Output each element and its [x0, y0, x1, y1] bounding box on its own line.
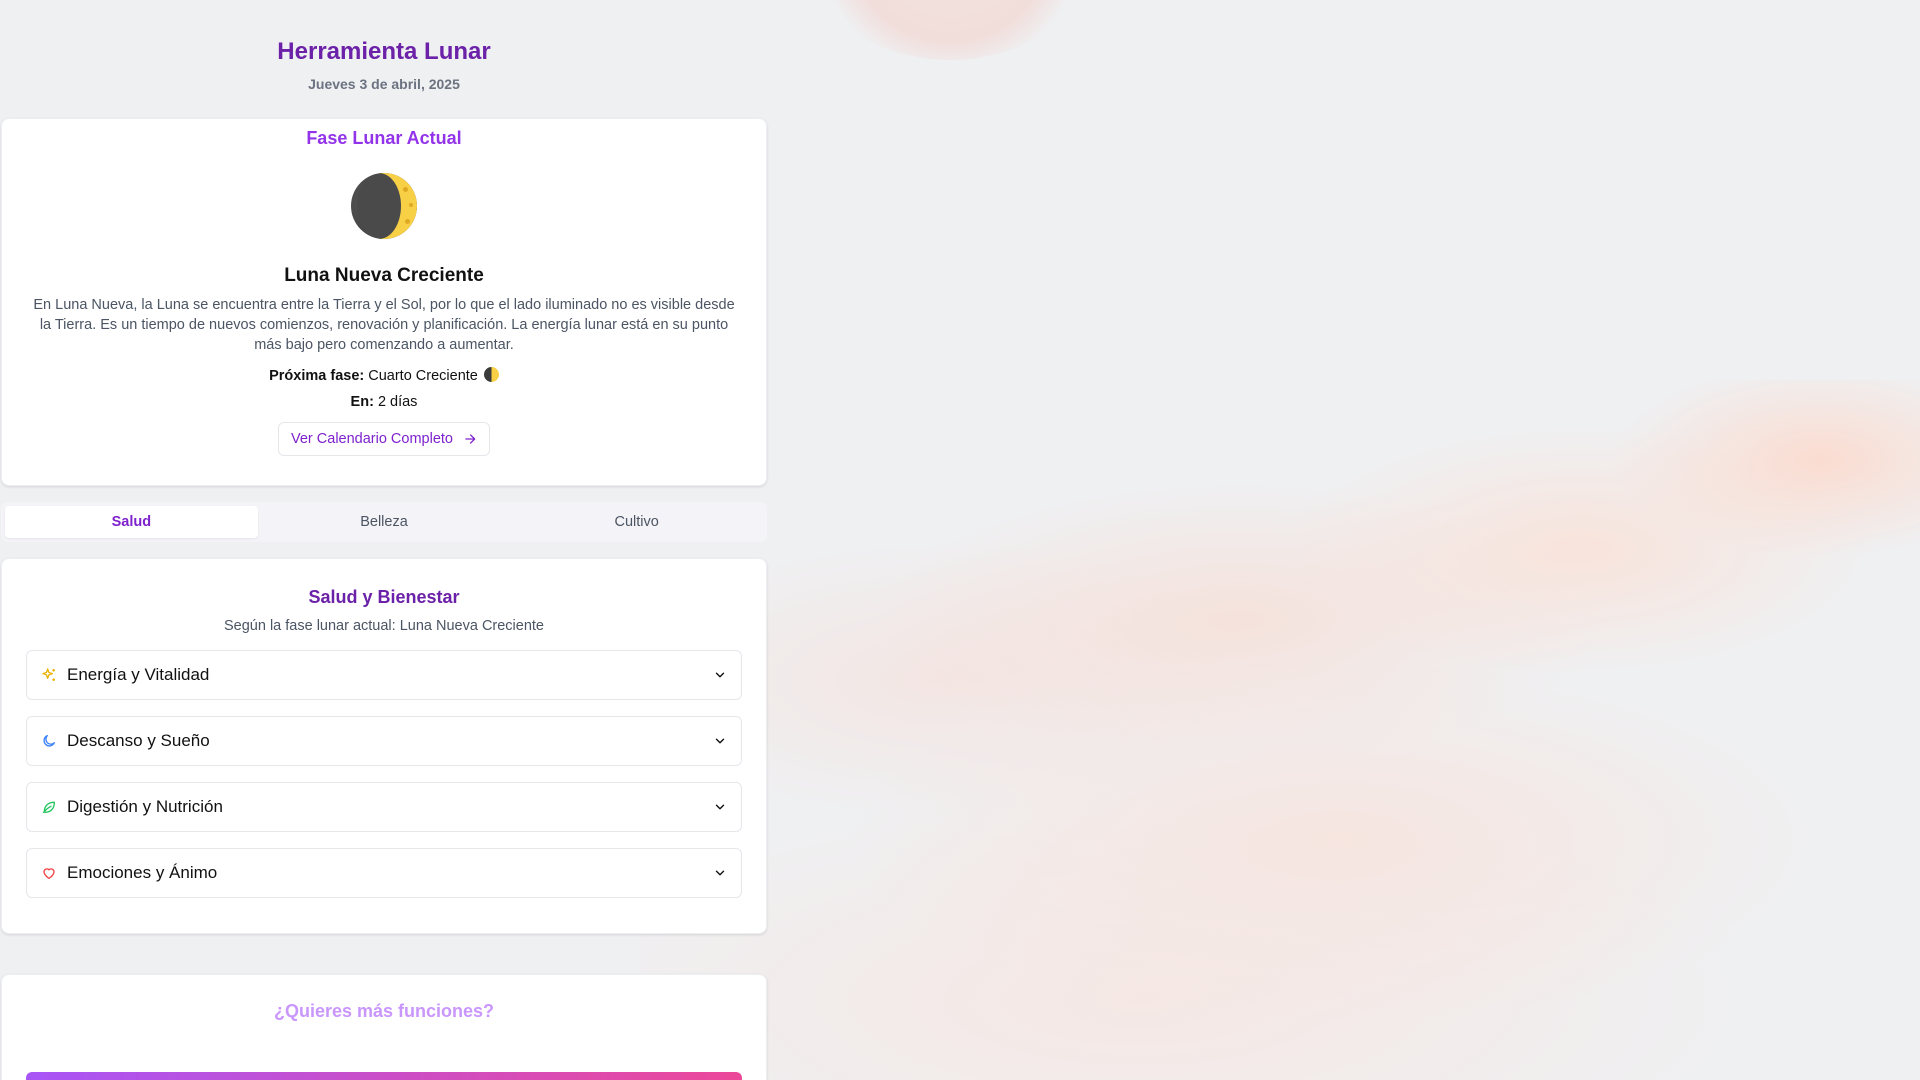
days-until-row: En: 2 días	[2, 394, 766, 410]
phase-card-heading: Fase Lunar Actual	[306, 128, 462, 148]
days-until-label: En:	[350, 394, 374, 410]
arrow-right-icon	[463, 432, 477, 446]
health-accordion: Energía y Vitalidad Descanso y Sueño Dig	[2, 650, 766, 898]
current-date: Jueves 3 de abril, 2025	[308, 76, 460, 92]
chevron-down-icon	[713, 866, 727, 880]
view-calendar-label: Ver Calendario Completo	[290, 431, 453, 447]
accordion-label: Emociones y Ánimo	[67, 863, 218, 882]
background-clouds	[640, 380, 1920, 1080]
view-calendar-button[interactable]: Ver Calendario Completo	[277, 422, 490, 456]
leaf-icon	[41, 799, 57, 815]
tab-salud[interactable]: Salud	[5, 506, 258, 538]
tab-cultivo[interactable]: Cultivo	[510, 506, 763, 538]
waxing-crescent-moon-icon	[351, 173, 417, 239]
accordion-energia[interactable]: Energía y Vitalidad	[26, 650, 742, 700]
days-until-value: 2 días	[377, 394, 418, 410]
accordion-label: Digestión y Nutrición	[67, 797, 223, 816]
more-features-title: ¿Quieres más funciones?	[273, 1001, 495, 1021]
next-phase-label: Próxima fase:	[269, 368, 365, 384]
more-features-card: ¿Quieres más funciones?	[1, 974, 767, 1080]
tab-belleza[interactable]: Belleza	[258, 506, 511, 538]
background-moon	[810, 0, 1090, 60]
accordion-label: Energía y Vitalidad	[67, 665, 210, 684]
health-title: Salud y Bienestar	[308, 587, 460, 607]
upgrade-button[interactable]	[26, 1072, 742, 1080]
main-column: Herramienta Lunar Jueves 3 de abril, 202…	[0, 0, 768, 1080]
current-phase-card: Fase Lunar Actual Luna Nueva Creciente E…	[1, 118, 767, 486]
accordion-descanso[interactable]: Descanso y Sueño	[26, 716, 742, 766]
first-quarter-moon-icon	[483, 367, 499, 382]
phase-name: Luna Nueva Creciente	[284, 265, 484, 286]
health-subtitle: Según la fase lunar actual: Luna Nueva C…	[223, 618, 544, 634]
accordion-emociones[interactable]: Emociones y Ánimo	[26, 848, 742, 898]
next-phase-value: Cuarto Creciente	[368, 368, 478, 384]
app-title: Herramienta Lunar	[277, 38, 491, 65]
phase-description: En Luna Nueva, la Luna se encuentra entr…	[33, 297, 735, 353]
app-header: Herramienta Lunar Jueves 3 de abril, 202…	[0, 0, 768, 118]
accordion-digestion[interactable]: Digestión y Nutrición	[26, 782, 742, 832]
moon-icon	[41, 733, 57, 749]
accordion-label: Descanso y Sueño	[67, 731, 210, 750]
next-phase-row: Próxima fase: Cuarto Creciente	[2, 367, 766, 384]
chevron-down-icon	[713, 734, 727, 748]
chevron-down-icon	[713, 800, 727, 814]
health-card: Salud y Bienestar Según la fase lunar ac…	[1, 558, 767, 934]
heart-icon	[41, 865, 57, 881]
category-tabs: Salud Belleza Cultivo	[1, 502, 767, 542]
chevron-down-icon	[713, 668, 727, 682]
sparkles-icon	[41, 667, 57, 683]
